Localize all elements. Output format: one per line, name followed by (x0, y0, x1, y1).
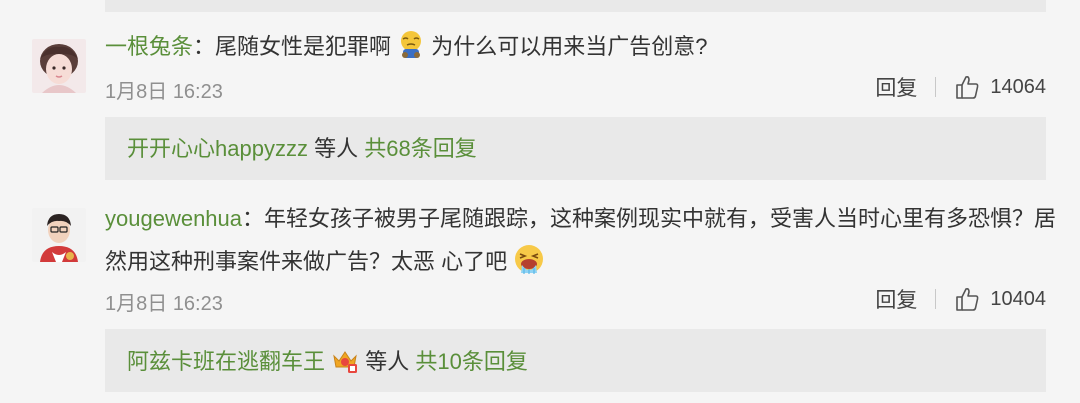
comment-text-continued: 然用这种刑事案件来做广告？太恶 心了吧 (105, 243, 545, 285)
divider (935, 289, 937, 309)
thumbs-up-icon[interactable] (954, 286, 980, 312)
username[interactable]: yougewenhua (105, 206, 242, 231)
username[interactable]: 一根兔条 (105, 34, 193, 59)
crying-emoji-icon (397, 30, 425, 70)
view-replies-link[interactable]: 共68条回复 (364, 136, 476, 161)
reply-button[interactable]: 回复 (875, 72, 917, 102)
like-count: 14064 (990, 75, 1046, 98)
comment-text: 一根兔条：尾随女性是犯罪啊 为什么可以用来当广告创意? (105, 30, 708, 70)
vomit-emoji-icon (513, 243, 545, 285)
reply-user[interactable]: 阿兹卡班在逃翻车王 (127, 349, 325, 374)
view-replies-link[interactable]: 共10条回复 (415, 349, 527, 374)
comment-timestamp: 1月8日 16:23 (105, 81, 223, 103)
replies-box[interactable]: 开开心心happyzzz 等人 共68条回复 (105, 117, 1046, 180)
comment-text: yougewenhua：年轻女孩子被男子尾随跟踪，这种案例现实中就有，受害人当时… (105, 206, 1057, 231)
like-count: 10404 (990, 287, 1046, 310)
avatar[interactable] (32, 208, 86, 262)
comment-timestamp: 1月8日 16:23 (105, 293, 223, 315)
reply-button[interactable]: 回复 (875, 284, 917, 314)
divider (935, 77, 937, 97)
replies-box[interactable]: 阿兹卡班在逃翻车王 等人 共10条回复 (105, 329, 1046, 392)
comment-actions: 回复 10404 (875, 285, 1046, 313)
reply-user[interactable]: 开开心心happyzzz (127, 136, 308, 161)
comment-actions: 回复 14064 (875, 73, 1046, 101)
thumbs-up-icon[interactable] (954, 74, 980, 100)
previous-replies-box (105, 0, 1046, 12)
avatar[interactable] (32, 39, 86, 93)
crown-badge-icon (331, 347, 359, 382)
